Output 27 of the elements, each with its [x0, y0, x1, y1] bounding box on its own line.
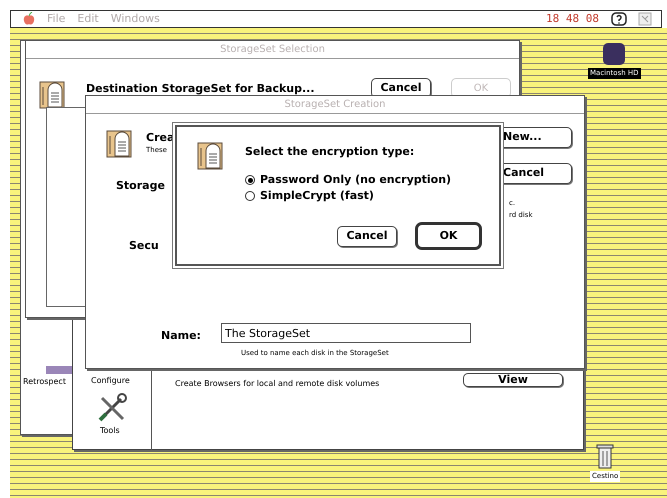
dialog-prompt: Select the encryption type:	[245, 144, 414, 160]
view-button[interactable]: View	[463, 373, 563, 387]
radio-button[interactable]	[245, 175, 255, 186]
storageset-icon	[197, 142, 223, 170]
window-label: Retrospect	[23, 376, 66, 388]
field-label: Secu	[129, 238, 159, 254]
storageset-icon	[106, 130, 132, 158]
dialog-button[interactable]: OK	[415, 222, 482, 250]
window-title: StorageSet Selection	[220, 43, 325, 57]
field-label: Storage	[116, 178, 165, 194]
application-icon	[637, 12, 653, 26]
apple-icon	[23, 12, 35, 26]
section-description: Create Browsers for local and remote disk volumes	[175, 378, 380, 390]
sidebar-label[interactable]: Configure	[91, 375, 130, 387]
field-label: Name:	[161, 328, 201, 344]
dialog-button[interactable]: Cancel	[337, 226, 397, 247]
window-title: StorageSet Creation	[284, 98, 386, 112]
radio-button[interactable]	[245, 191, 255, 202]
name-field[interactable]: The StorageSet	[221, 323, 471, 343]
tools-icon	[97, 393, 127, 423]
trash-icon	[596, 443, 614, 469]
sidebar-label[interactable]: Tools	[100, 425, 120, 437]
clock: 18 48 08	[546, 10, 599, 27]
retrospect-icon	[46, 366, 74, 374]
dialog-heading: Destination StorageSet for Backup...	[86, 81, 315, 97]
radio-label: SimpleCrypt (fast)	[260, 188, 374, 204]
radio-label: Password Only (no encryption)	[260, 172, 452, 188]
